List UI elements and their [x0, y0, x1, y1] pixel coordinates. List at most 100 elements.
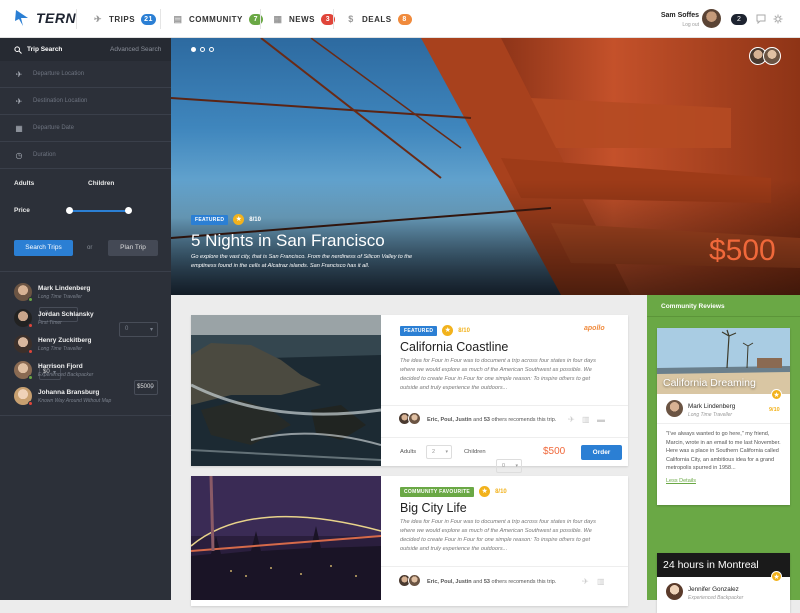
avatar [14, 387, 33, 406]
logout-link[interactable]: Log out [682, 22, 699, 28]
offline-status-dot [28, 323, 33, 328]
departure-date-field[interactable]: ▦ Departure Date [0, 115, 171, 142]
or-text: or [87, 245, 93, 251]
nav-community[interactable]: ▤ COMMUNITY 7 [172, 0, 263, 38]
nav-trips[interactable]: ✈ TRIPS 21 [92, 0, 156, 38]
reviewer-role: Long Time Traveller [688, 412, 733, 418]
hero-title[interactable]: 5 Nights in San Francisco [191, 231, 385, 251]
traveller-list-item[interactable]: Jordan Schlansky First Timer [14, 309, 94, 328]
logo-text: TERN [36, 10, 77, 26]
user-name[interactable]: Sam Soffes [661, 12, 699, 19]
trip-meta: COMMUNITY FAVOURITE ★ 8/10 [400, 486, 507, 497]
avatar [14, 283, 33, 302]
avatar [14, 361, 33, 380]
trip-card[interactable]: COMMUNITY FAVOURITE ★ 8/10 Big City Life… [191, 476, 628, 606]
traveller-list-item[interactable]: Johanna Bransburg Known Way Around Withou… [14, 387, 112, 406]
nav-news-label: NEWS [289, 14, 315, 24]
review-image-title: California Dreaming [663, 377, 756, 389]
featured-hero[interactable]: FEATURED ★ 8/10 5 Nights in San Francisc… [171, 38, 800, 295]
divider [160, 9, 161, 29]
traveller-list-item[interactable]: Henry Zuckitberg Long Time Traveller [14, 335, 92, 354]
star-icon: ★ [442, 325, 454, 336]
notification-count-badge[interactable]: 2 [731, 14, 747, 25]
avatar [408, 412, 421, 425]
children-select[interactable]: 0 [496, 459, 522, 473]
trips-count-badge: 21 [141, 13, 156, 25]
price-slider-max-handle[interactable] [125, 207, 132, 214]
featured-badge: FEATURED [400, 325, 438, 336]
divider [381, 437, 628, 438]
news-icon: ▦ [273, 14, 283, 24]
trip-title[interactable]: California Coastline [400, 340, 508, 354]
traveller-name: Henry Zuckitberg [38, 336, 92, 344]
plane-landing-icon: ✈ [15, 96, 23, 106]
trip-card[interactable]: FEATURED ★ 8/10 apollo California Coastl… [191, 315, 628, 473]
plane-icon: ✈ [93, 14, 103, 24]
price-max-input[interactable]: $5000 [134, 380, 158, 395]
avatar [666, 400, 683, 417]
chat-icon[interactable] [756, 14, 766, 24]
user-avatar[interactable] [702, 9, 721, 28]
star-icon: ★ [233, 214, 245, 225]
review-card[interactable]: 24 hours in Montreal ★ Jennifer Gonzalez… [657, 553, 790, 613]
order-button[interactable]: Order [581, 445, 622, 460]
recommend-count: 53 [483, 579, 490, 585]
price-label: Price [14, 207, 30, 214]
hero-rating: 8/10 [249, 216, 261, 223]
departure-location-placeholder: Departure Location [33, 71, 85, 77]
avatar[interactable] [763, 47, 781, 65]
nav-deals-label: DEALS [362, 14, 392, 24]
traveller-name: Jordan Schlansky [38, 310, 94, 318]
tab-trip-search[interactable]: Trip Search [0, 46, 96, 54]
logo[interactable]: TERN [14, 9, 76, 27]
nav-deals[interactable]: $ DEALS 8 [345, 0, 412, 38]
less-details-link[interactable]: Less Details [666, 478, 696, 484]
reviewer-role: Experienced Backpacker [688, 595, 744, 601]
gear-icon[interactable] [773, 14, 783, 24]
divider [260, 9, 261, 29]
carousel-dot[interactable] [209, 47, 214, 52]
traveller-role: Known Way Around Without Map [38, 397, 112, 404]
adults-select[interactable]: 2 [426, 445, 452, 459]
tab-advanced-search[interactable]: Advanced Search [96, 46, 161, 53]
departure-location-field[interactable]: ✈ Departure Location [0, 61, 171, 88]
car-icon: ▬ [597, 415, 605, 424]
trip-meta: FEATURED ★ 8/10 [400, 325, 470, 336]
community-icon: ▤ [173, 14, 183, 24]
divider [381, 566, 628, 567]
divider [0, 415, 171, 416]
price-slider-track [69, 210, 129, 212]
review-score: 9/10 [769, 407, 780, 413]
traveller-list-item[interactable]: Mark Lindenberg Long Time Traveller [14, 283, 91, 302]
traveller-list-item[interactable]: Harrison Fjord Experienced Backpacker [14, 361, 93, 380]
search-trips-button[interactable]: Search Trips [14, 240, 73, 256]
online-status-dot [28, 297, 33, 302]
nav-news[interactable]: ▦ NEWS 3 [272, 0, 335, 38]
carousel-dot-active[interactable] [191, 47, 196, 52]
recommend-text: Eric, Poul, Justin and 53 others recomen… [427, 579, 556, 585]
hotel-icon: ▥ [582, 415, 590, 424]
traveller-role: Long Time Traveller [38, 345, 83, 352]
price-slider-min-handle[interactable] [66, 207, 73, 214]
city-bridge-image [191, 476, 381, 600]
reviewer-name: Jennifer Gonzalez [688, 586, 739, 593]
featured-badge: FEATURED [191, 214, 229, 225]
apollo-logo: apollo [584, 325, 605, 332]
carousel-dot[interactable] [200, 47, 205, 52]
avatar [408, 574, 421, 587]
destination-location-field[interactable]: ✈ Destination Location [0, 88, 171, 115]
deals-count-badge: 8 [397, 13, 412, 25]
plan-trip-button[interactable]: Plan Trip [108, 240, 158, 256]
nav-trips-label: TRIPS [109, 14, 136, 24]
tab-trip-search-label: Trip Search [27, 46, 63, 53]
children-select[interactable]: 0 [119, 322, 158, 337]
offline-status-dot [28, 401, 33, 406]
review-card[interactable]: California Dreaming ★ Mark Lindenberg Lo… [657, 328, 790, 505]
traveller-name: Mark Lindenberg [38, 284, 91, 292]
duration-field[interactable]: ◷ Duration [0, 142, 171, 169]
online-status-dot [28, 375, 33, 380]
recommend-rest: others recomends this trip. [491, 417, 557, 423]
divider [76, 9, 77, 29]
trip-title[interactable]: Big City Life [400, 501, 467, 515]
tern-bird-icon [15, 10, 28, 26]
